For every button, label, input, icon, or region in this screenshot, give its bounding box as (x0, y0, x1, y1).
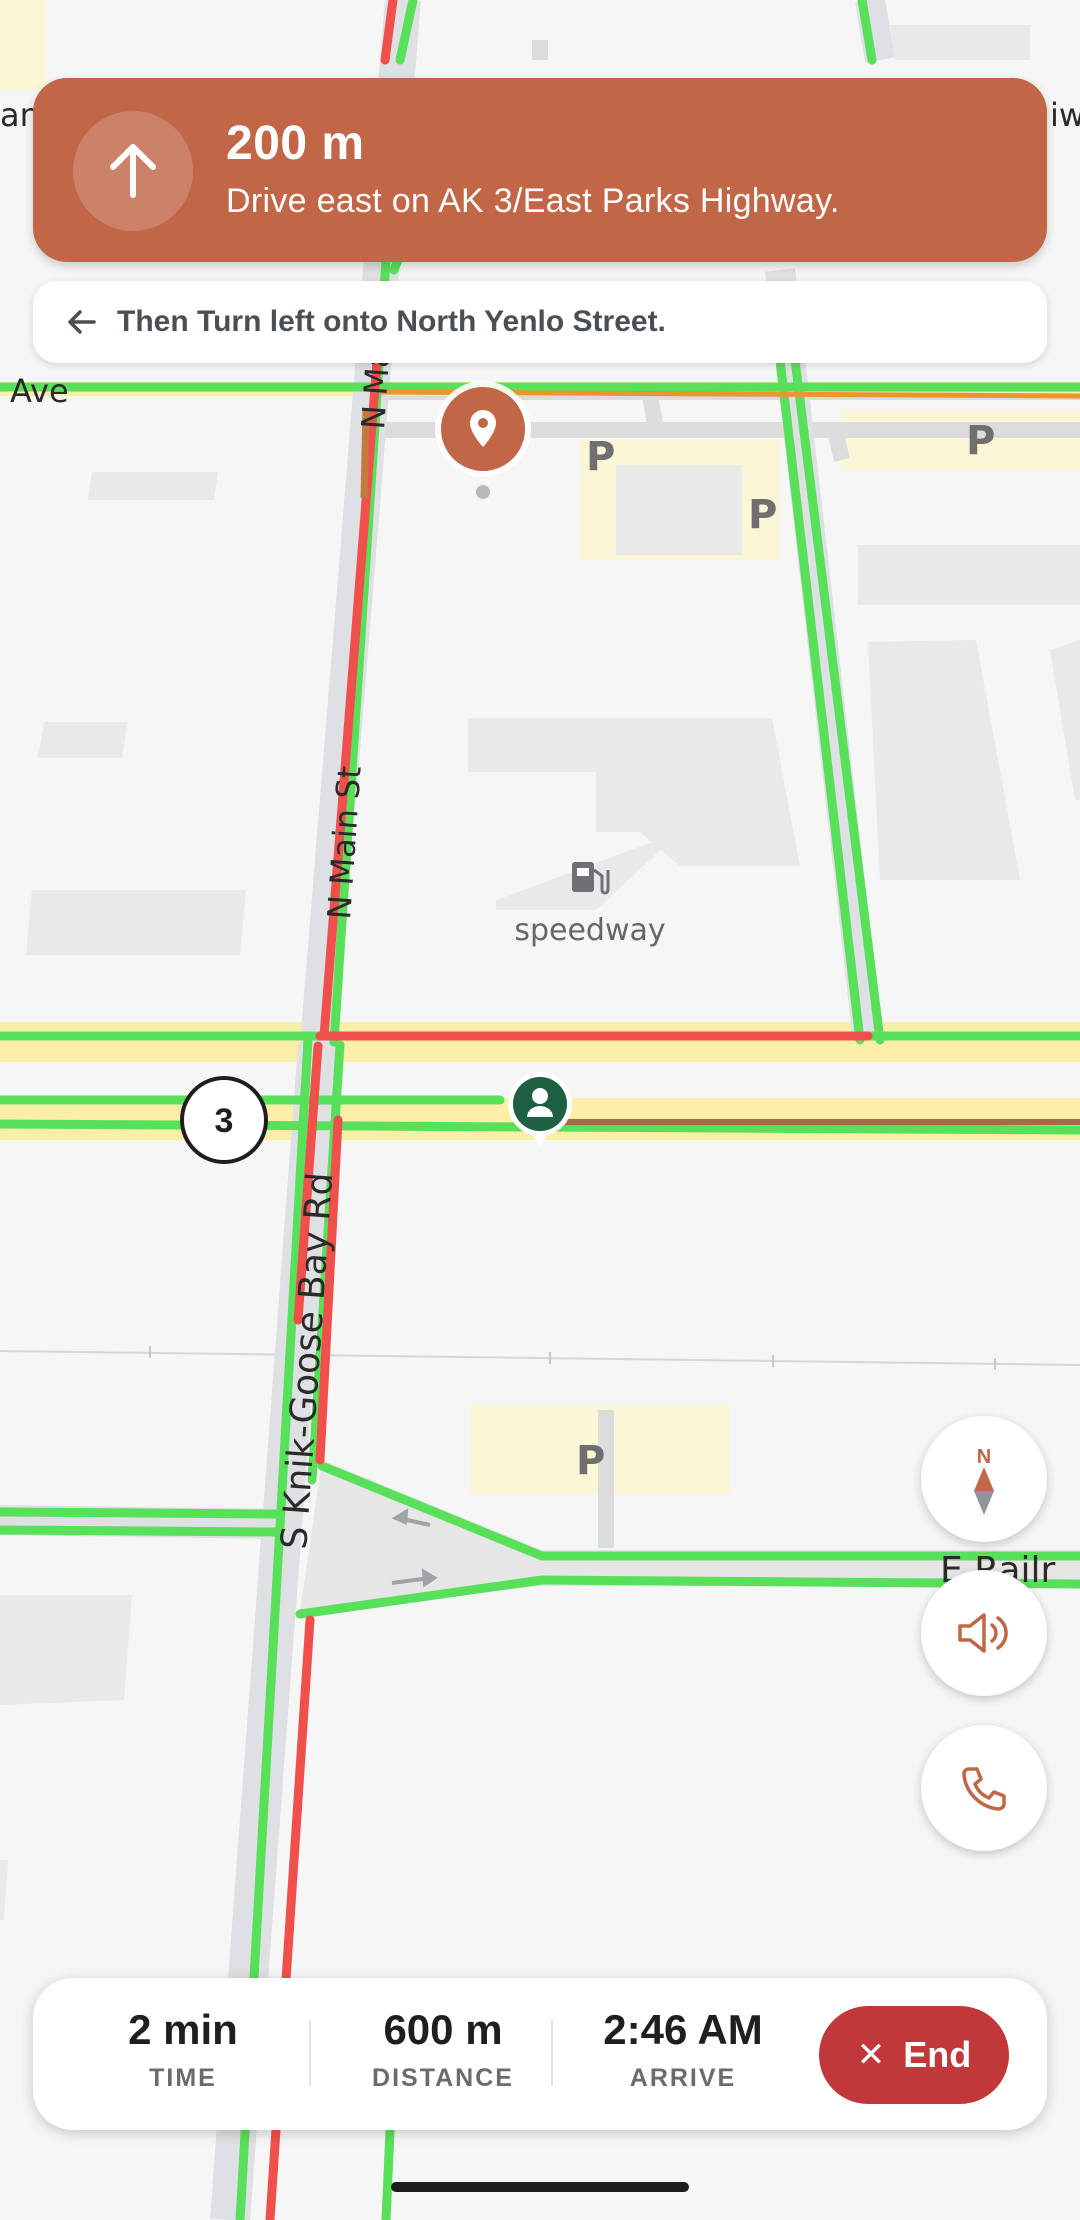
instruction-banner[interactable]: 200 m Drive east on AK 3/East Parks High… (33, 78, 1047, 262)
maneuver-distance: 200 m (226, 117, 365, 170)
phone-icon (962, 1767, 1006, 1811)
arrive-value: 2:46 AM (603, 2006, 763, 2053)
divider (551, 2020, 553, 2086)
divider (309, 2020, 311, 2086)
call-button[interactable] (921, 1725, 1047, 1851)
route-shield-3: 3 (180, 1076, 268, 1164)
next-step-text: Then Turn left onto North Yenlo Street. (117, 305, 666, 338)
trip-summary-panel: 2 min TIME 600 m DISTANCE 2:46 AM ARRIVE… (33, 1978, 1047, 2130)
distance-stat: 600 m DISTANCE (333, 2006, 553, 2093)
compass-button[interactable]: N (921, 1416, 1047, 1542)
time-value: 2 min (128, 2006, 238, 2053)
close-icon: ✕ (856, 2036, 886, 2074)
next-step-banner[interactable]: Then Turn left onto North Yenlo Street. (33, 281, 1047, 363)
distance-value: 600 m (383, 2006, 503, 2053)
maneuver-instruction: Drive east on AK 3/East Parks Highway. (226, 182, 840, 220)
compass-icon: N (974, 1446, 994, 1515)
straight-arrow-icon (73, 111, 193, 231)
time-label: TIME (149, 2064, 217, 2092)
home-indicator[interactable] (391, 2182, 689, 2192)
parking-label: P (576, 1438, 605, 1484)
sound-button[interactable] (921, 1570, 1047, 1696)
arrive-stat: 2:46 AM ARRIVE (573, 2006, 793, 2093)
time-stat: 2 min TIME (103, 2006, 263, 2093)
svg-text:N: N (977, 1446, 991, 1468)
left-arrow-icon (65, 305, 99, 339)
parking-label: P (586, 434, 615, 480)
svg-text:3: 3 (215, 1102, 234, 1140)
end-navigation-button[interactable]: ✕ End (819, 2006, 1009, 2104)
edge-label-right: iwa (1050, 96, 1080, 134)
arrive-label: ARRIVE (629, 2064, 737, 2092)
parking-label: P (748, 492, 777, 538)
poi-label-speedway: speedway (514, 913, 665, 948)
parking-label: P (966, 418, 995, 464)
distance-label: DISTANCE (372, 2064, 514, 2092)
end-label: End (903, 2034, 972, 2075)
speaker-icon (958, 1613, 1008, 1653)
ave-street-label: Ave (10, 372, 69, 410)
